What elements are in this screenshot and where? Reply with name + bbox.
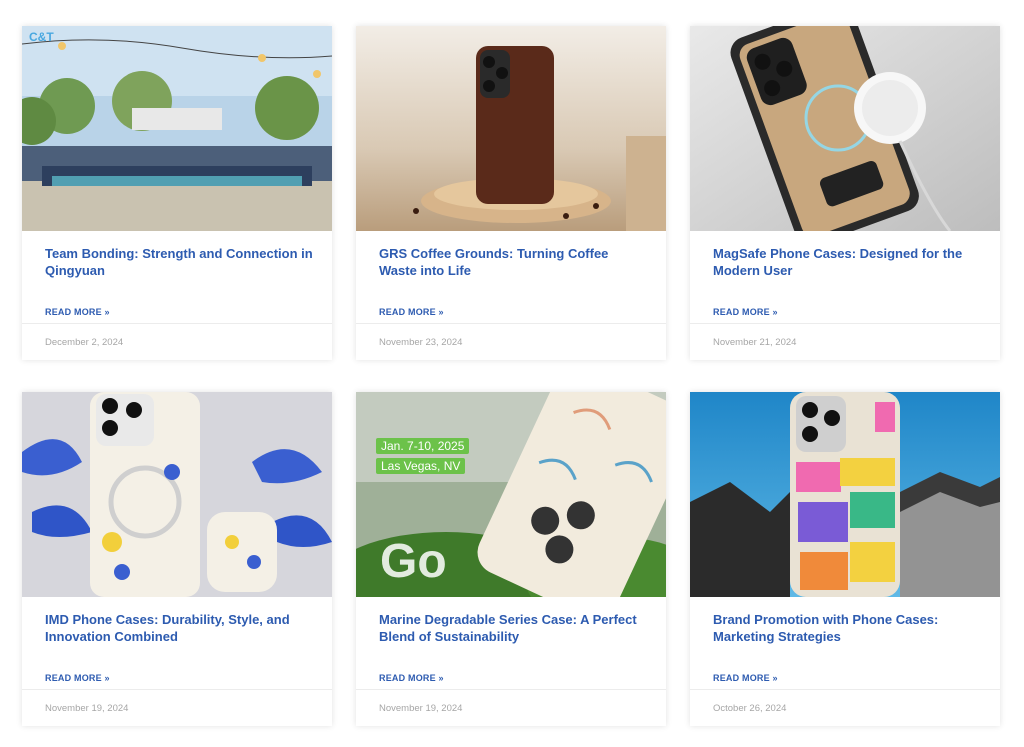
post-thumbnail-imd[interactable]: [22, 392, 332, 597]
post-meta: November 21, 2024: [690, 323, 1000, 360]
post-thumbnail-magsafe[interactable]: [690, 26, 1000, 231]
event-dates-badge: Jan. 7-10, 2025: [376, 438, 470, 454]
post-card: C&T Team Bonding: Strength and Connectio…: [22, 26, 332, 360]
post-card: Brand Promotion with Phone Cases: Market…: [690, 392, 1000, 726]
post-date: October 26, 2024: [713, 703, 787, 714]
read-more-link[interactable]: READ MORE »: [379, 307, 444, 317]
event-go-text: Go: [380, 535, 447, 588]
post-card: MagSafe Phone Cases: Designed for the Mo…: [690, 26, 1000, 360]
post-meta: November 19, 2024: [356, 689, 666, 726]
post-card: GRS Coffee Grounds: Turning Coffee Waste…: [356, 26, 666, 360]
post-date: November 19, 2024: [379, 703, 463, 714]
post-title[interactable]: Team Bonding: Strength and Connection in…: [45, 245, 315, 279]
post-title[interactable]: GRS Coffee Grounds: Turning Coffee Waste…: [379, 245, 649, 279]
post-thumbnail-team[interactable]: C&T: [22, 26, 332, 231]
post-meta: November 23, 2024: [356, 323, 666, 360]
post-thumbnail-stickers[interactable]: [690, 392, 1000, 597]
post-title[interactable]: IMD Phone Cases: Durability, Style, and …: [45, 611, 315, 645]
blog-post-grid: C&T Team Bonding: Strength and Connectio…: [22, 26, 1000, 728]
read-more-link[interactable]: READ MORE »: [379, 673, 444, 683]
post-date: November 23, 2024: [379, 337, 463, 348]
post-meta: October 26, 2024: [690, 689, 1000, 726]
post-date: November 19, 2024: [45, 703, 129, 714]
post-title[interactable]: MagSafe Phone Cases: Designed for the Mo…: [713, 245, 983, 279]
company-logo: C&T: [29, 30, 54, 44]
post-card: IMD Phone Cases: Durability, Style, and …: [22, 392, 332, 726]
post-date: December 2, 2024: [45, 337, 124, 348]
read-more-link[interactable]: READ MORE »: [713, 673, 778, 683]
post-card: Jan. 7-10, 2025 Las Vegas, NV Go Marine …: [356, 392, 666, 726]
read-more-link[interactable]: READ MORE »: [45, 673, 110, 683]
post-title[interactable]: Marine Degradable Series Case: A Perfect…: [379, 611, 649, 645]
read-more-link[interactable]: READ MORE »: [45, 307, 110, 317]
post-title[interactable]: Brand Promotion with Phone Cases: Market…: [713, 611, 983, 645]
read-more-link[interactable]: READ MORE »: [713, 307, 778, 317]
post-thumbnail-marine[interactable]: Jan. 7-10, 2025 Las Vegas, NV Go: [356, 392, 666, 597]
post-meta: November 19, 2024: [22, 689, 332, 726]
post-date: November 21, 2024: [713, 337, 797, 348]
post-meta: December 2, 2024: [22, 323, 332, 360]
post-thumbnail-coffee[interactable]: [356, 26, 666, 231]
event-location-badge: Las Vegas, NV: [376, 458, 466, 474]
